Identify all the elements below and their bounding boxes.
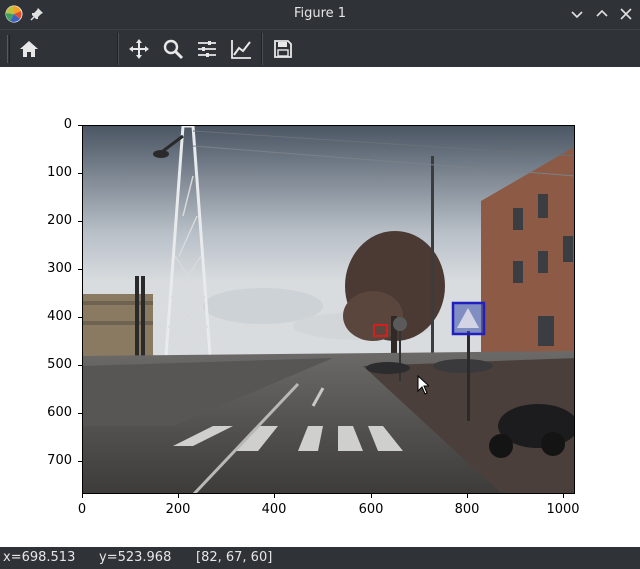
y-tick-mark: [78, 173, 82, 174]
x-tick-label: 400: [261, 502, 287, 517]
x-tick-mark: [82, 494, 83, 498]
status-bar: x=698.513 y=523.968 [82, 67, 60]: [0, 547, 640, 569]
y-tick-mark: [78, 269, 82, 270]
y-tick-label: 300: [47, 261, 72, 276]
move-icon[interactable]: [128, 38, 150, 60]
toolbar-separator: [117, 33, 119, 65]
y-tick-mark: [78, 461, 82, 462]
maximize-icon[interactable]: [594, 6, 610, 22]
cursor-y-readout: y=523.968: [99, 550, 172, 565]
y-tick-mark: [78, 365, 82, 366]
x-tick-mark: [371, 494, 372, 498]
x-tick-label: 800: [454, 502, 480, 517]
y-tick-label: 400: [47, 309, 72, 324]
y-tick-label: 700: [47, 453, 72, 468]
toolbar-separator: [261, 33, 263, 65]
floppy-disk-icon[interactable]: [272, 38, 294, 60]
line-chart-icon[interactable]: [230, 38, 252, 60]
home-icon[interactable]: [18, 38, 40, 60]
sliders-icon[interactable]: [196, 38, 218, 60]
y-tick-mark: [78, 317, 82, 318]
cursor-x-readout: x=698.513: [3, 550, 76, 565]
minimize-icon[interactable]: [569, 6, 585, 22]
y-tick-mark: [78, 125, 82, 126]
pixel-value-readout: [82, 67, 60]: [196, 550, 273, 565]
x-tick-label: 200: [165, 502, 191, 517]
y-tick-label: 100: [47, 165, 72, 180]
y-tick-label: 600: [47, 405, 72, 420]
mouse-pointer-icon: [417, 375, 429, 395]
y-tick-mark: [78, 413, 82, 414]
y-tick-label: 0: [63, 117, 72, 132]
y-tick-label: 200: [47, 213, 72, 228]
x-tick-label: 1000: [546, 502, 580, 517]
toolbar-grip[interactable]: [7, 35, 10, 63]
x-tick-mark: [178, 494, 179, 498]
close-icon[interactable]: [618, 6, 634, 22]
x-tick-label: 600: [358, 502, 384, 517]
x-tick-mark: [563, 494, 564, 498]
x-tick-mark: [274, 494, 275, 498]
image-axes[interactable]: [82, 125, 575, 494]
magnifier-icon[interactable]: [162, 38, 184, 60]
navigation-toolbar: [0, 29, 640, 67]
y-tick-mark: [78, 221, 82, 222]
y-tick-label: 500: [47, 357, 72, 372]
title-bar: Figure 1: [0, 0, 640, 29]
x-tick-mark: [467, 494, 468, 498]
window-title: Figure 1: [293, 6, 347, 21]
street-scene-image: [83, 126, 574, 493]
x-tick-label: 0: [77, 502, 87, 517]
